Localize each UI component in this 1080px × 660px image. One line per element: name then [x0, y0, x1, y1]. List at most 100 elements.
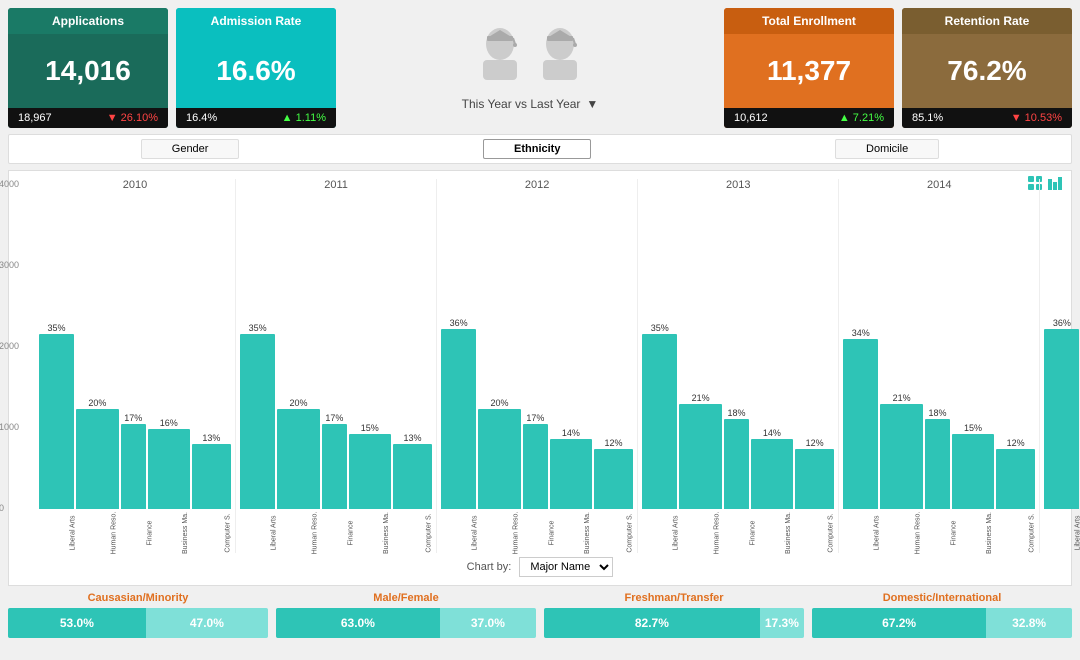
- ratio-seg1: 53.0%: [8, 608, 146, 638]
- ratio-title: Causasian/Minority: [8, 592, 268, 604]
- bar-pct: 34%: [852, 328, 870, 338]
- enrollment-title: Total Enrollment: [724, 8, 894, 34]
- bar-pct: 17%: [526, 413, 544, 423]
- kpi-applications: Applications 14,016 18,967 ▼ 26.10%: [8, 8, 168, 128]
- bar: [642, 334, 677, 509]
- bar-label: Computer S.: [191, 513, 231, 552]
- bars-container: 35%Liberal Arts20%Human Reso.17%Finance1…: [240, 195, 432, 553]
- bottom-row: Causasian/Minority53.0%47.0%Male/Female6…: [8, 592, 1072, 652]
- ratio-card: Male/Female63.0%37.0%: [276, 592, 536, 652]
- bar-wrapper: 36%Liberal Arts: [441, 318, 476, 553]
- bar: [925, 419, 950, 509]
- ratio-card: Domestic/International 67.2%32.8%: [812, 592, 1072, 652]
- ratio-title: Domestic/International: [812, 592, 1072, 604]
- year-label-2015: 2015: [1044, 179, 1080, 191]
- bar-pct: 35%: [48, 323, 66, 333]
- year-selector[interactable]: This Year vs Last Year ▼: [462, 97, 599, 111]
- bar-pct: 20%: [289, 398, 307, 408]
- bar-label: Finance: [314, 521, 354, 546]
- chart-by-select[interactable]: Major Name Department College: [519, 557, 613, 577]
- bar-wrapper: 14%Business Ma.: [550, 428, 592, 553]
- retention-title: Retention Rate: [902, 8, 1072, 34]
- bar-label: Computer S.: [996, 513, 1036, 552]
- bar-label: Business Ma.: [551, 512, 591, 554]
- bar-pct: 35%: [249, 323, 267, 333]
- bars-container: 36%Liberal Arts20%Human Reso.17%Finance1…: [1044, 195, 1080, 553]
- bar: [349, 434, 391, 509]
- bar: [996, 449, 1035, 509]
- bar-pct: 36%: [450, 318, 468, 328]
- bar-wrapper: 17%Finance: [523, 413, 548, 553]
- ratio-seg2: 47.0%: [146, 608, 268, 638]
- year-label-2011: 2011: [240, 179, 432, 191]
- bars-container: 35%Liberal Arts21%Human Reso.18%Finance1…: [642, 195, 834, 553]
- bar: [880, 404, 923, 509]
- bar-label: Finance: [918, 521, 958, 546]
- bar-label: Computer S.: [392, 513, 432, 552]
- applications-prev: 18,967: [18, 112, 52, 124]
- ratio-seg2: 17.3%: [760, 608, 804, 638]
- bar-label: Business Ma.: [350, 512, 390, 554]
- bar-label: Human Reso.: [77, 512, 117, 555]
- bar-label: Human Reso.: [882, 512, 922, 555]
- ratio-title: Male/Female: [276, 592, 536, 604]
- chart-by-label: Chart by:: [467, 561, 512, 573]
- bar-pct: 12%: [605, 438, 623, 448]
- bar-label: Business Ma.: [149, 512, 189, 554]
- tab-domicile[interactable]: Domicile: [835, 139, 939, 159]
- bar-wrapper: 35%Liberal Arts: [39, 323, 74, 553]
- bar: [39, 334, 74, 509]
- kpi-enrollment: Total Enrollment 11,377 10,612 ▲ 7.21%: [724, 8, 894, 128]
- bar-wrapper: 13%Computer S.: [393, 433, 432, 553]
- bar-label: Finance: [515, 521, 555, 546]
- bar-pct: 16%: [160, 418, 178, 428]
- bar-pct: 35%: [651, 323, 669, 333]
- kpi-admission: Admission Rate 16.6% 16.4% ▲ 1.11%: [176, 8, 336, 128]
- bar-wrapper: 17%Finance: [322, 413, 347, 553]
- chart-area: 40003000200010000201035%Liberal Arts20%H…: [17, 179, 1063, 553]
- bar: [192, 444, 231, 509]
- bar-pct: 17%: [124, 413, 142, 423]
- bar-label: Computer S.: [594, 513, 634, 552]
- tab-gender[interactable]: Gender: [141, 139, 240, 159]
- year-label-2013: 2013: [642, 179, 834, 191]
- year-label-2012: 2012: [441, 179, 633, 191]
- bar: [1044, 329, 1079, 509]
- bar-label: Human Reso.: [480, 512, 520, 555]
- bar-wrapper: 34%Liberal Arts: [843, 328, 878, 553]
- ratio-seg1: 67.2%: [812, 608, 986, 638]
- bar-pct: 15%: [964, 423, 982, 433]
- grad-icon-2: [535, 26, 585, 91]
- bar-wrapper: 18%Finance: [724, 408, 749, 553]
- bars-container: 34%Liberal Arts21%Human Reso.18%Finance1…: [843, 195, 1035, 553]
- applications-value: 14,016: [8, 34, 168, 108]
- year-label-2010: 2010: [39, 179, 231, 191]
- bar-wrapper: 12% Computer S.: [594, 438, 633, 553]
- year-dropdown-arrow: ▼: [586, 97, 598, 111]
- bar-label: Human Reso.: [278, 512, 318, 555]
- ratio-title: Freshman/Transfer: [544, 592, 804, 604]
- bar-label: Liberal Arts: [1042, 515, 1080, 550]
- bar: [795, 449, 834, 509]
- bar-wrapper: 15%Business Ma.: [952, 423, 994, 553]
- tab-ethnicity[interactable]: Ethnicity: [483, 139, 591, 159]
- bar: [478, 409, 521, 509]
- bar: [441, 329, 476, 509]
- bar-wrapper: 12%Computer S.: [795, 438, 834, 553]
- admission-change: ▲ 1.11%: [282, 112, 326, 124]
- ratio-seg2: 37.0%: [440, 608, 536, 638]
- bar-pct: 18%: [929, 408, 947, 418]
- y-axis: 40003000200010000: [0, 179, 19, 513]
- ratio-bar: 67.2%32.8%: [812, 608, 1072, 638]
- bar-pct: 21%: [893, 393, 911, 403]
- bar-wrapper: 17%Finance: [121, 413, 146, 553]
- bar-label: Liberal Arts: [640, 515, 680, 550]
- bar-pct: 21%: [692, 393, 710, 403]
- bar-label: Finance: [716, 521, 756, 546]
- bar-pct: 36%: [1053, 318, 1071, 328]
- bar: [843, 339, 878, 509]
- bar-wrapper: 36% Liberal Arts: [1044, 318, 1079, 553]
- ratio-seg2: 32.8%: [986, 608, 1072, 638]
- bar-label: Business Ma.: [752, 512, 792, 554]
- bar: [121, 424, 146, 509]
